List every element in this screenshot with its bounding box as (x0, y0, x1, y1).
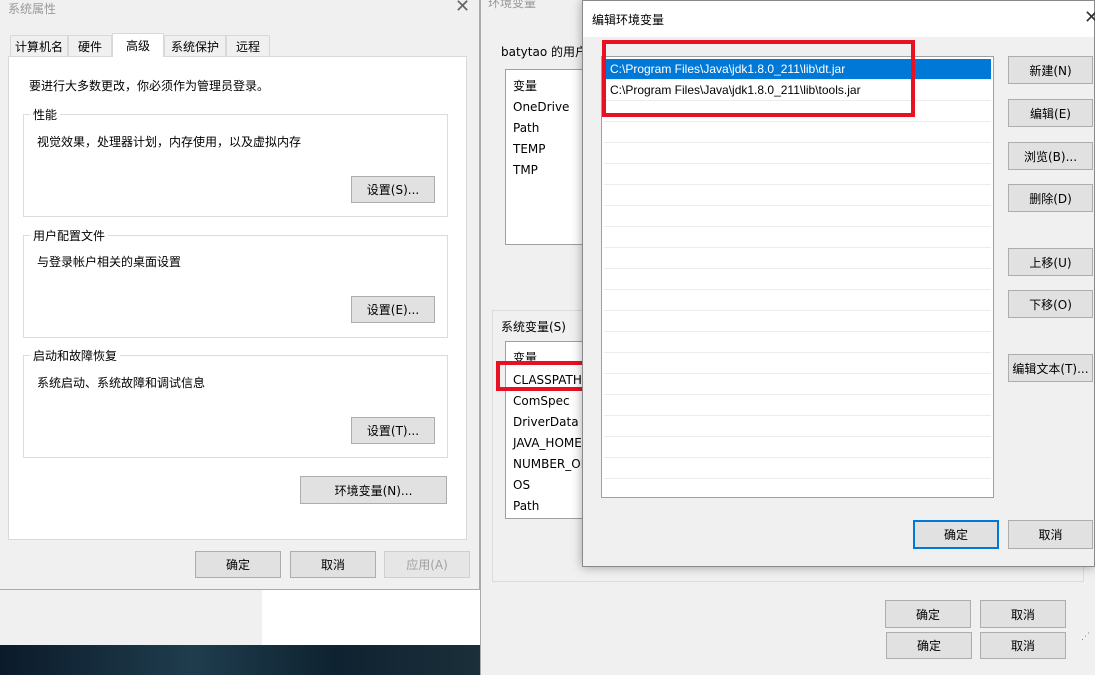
empty-row[interactable] (604, 185, 991, 206)
path-entries-list[interactable]: C:\Program Files\Java\jdk1.8.0_211\lib\d… (601, 56, 994, 498)
dialog-title: 编辑环境变量 (592, 13, 665, 27)
move-up-button[interactable]: 上移(U) (1008, 248, 1093, 276)
resize-grip-icon[interactable]: ⋰ (1081, 632, 1091, 642)
admin-notice: 要进行大多数更改，你必须作为管理员登录。 (29, 79, 270, 93)
group-description: 与登录帐户相关的桌面设置 (37, 255, 182, 269)
ok-button[interactable]: 确定 (195, 551, 281, 578)
empty-row[interactable] (604, 395, 991, 416)
ok-button-ghost: 确定 (886, 632, 972, 659)
edit-button[interactable]: 编辑(E) (1008, 99, 1093, 127)
edit-text-button[interactable]: 编辑文本(T)... (1008, 354, 1093, 382)
ok-button[interactable]: 确定 (913, 520, 999, 549)
performance-settings-button[interactable]: 设置(S)... (351, 176, 435, 203)
new-button[interactable]: 新建(N) (1008, 56, 1093, 84)
empty-row[interactable] (604, 416, 991, 437)
move-down-button[interactable]: 下移(O) (1008, 290, 1093, 318)
group-title: 性能 (30, 106, 61, 123)
empty-row[interactable] (604, 353, 991, 374)
tab-label: 高级 (125, 39, 150, 53)
tab-remote[interactable]: 远程 (226, 35, 270, 57)
tab-hardware[interactable]: 硬件 (68, 35, 112, 57)
group-description: 视觉效果，处理器计划，内存使用，以及虚拟内存 (37, 135, 302, 149)
empty-row[interactable] (604, 164, 991, 185)
startup-recovery-group: 启动和故障恢复 系统启动、系统故障和调试信息 设置(T)... (23, 347, 448, 458)
browse-button[interactable]: 浏览(B)... (1008, 142, 1093, 170)
cancel-button[interactable]: 取消 (290, 551, 376, 578)
performance-group: 性能 视觉效果，处理器计划，内存使用，以及虚拟内存 设置(S)... (23, 106, 448, 217)
column-header-variable[interactable]: 变量 (513, 77, 537, 94)
list-item[interactable]: TEMP (513, 142, 546, 156)
tab-computer-name[interactable]: 计算机名 (10, 35, 68, 57)
empty-row[interactable] (604, 143, 991, 164)
tab-label: 硬件 (77, 40, 102, 54)
entries-highlight (602, 40, 915, 117)
empty-row[interactable] (604, 437, 991, 458)
tab-label: 计算机名 (14, 40, 63, 54)
tab-label: 系统保护 (170, 40, 219, 54)
classpath-highlight (496, 361, 595, 391)
list-item[interactable]: OneDrive (513, 100, 569, 114)
dialog-title-bar: 编辑环境变量 ✕ (583, 1, 1095, 37)
user-variables-label: batytao 的用户 (501, 45, 587, 59)
tab-system-protection[interactable]: 系统保护 (164, 35, 226, 57)
delete-button[interactable]: 删除(D) (1008, 184, 1093, 212)
empty-row[interactable] (604, 458, 991, 479)
environment-variables-button[interactable]: 环境变量(N)... (300, 476, 447, 504)
list-item[interactable]: NUMBER_OF (513, 457, 588, 471)
empty-row[interactable] (604, 269, 991, 290)
empty-row[interactable] (604, 332, 991, 353)
tab-panel-advanced: 要进行大多数更改，你必须作为管理员登录。 性能 视觉效果，处理器计划，内存使用，… (8, 56, 467, 540)
list-item[interactable]: DriverData (513, 415, 579, 429)
window-title: 系统属性 (8, 2, 57, 16)
group-title: 启动和故障恢复 (30, 347, 121, 364)
close-icon[interactable]: ✕ (1084, 7, 1095, 28)
profile-settings-button[interactable]: 设置(E)... (351, 296, 435, 323)
empty-row[interactable] (604, 290, 991, 311)
empty-row[interactable] (604, 248, 991, 269)
startup-settings-button[interactable]: 设置(T)... (351, 417, 435, 444)
empty-row[interactable] (604, 311, 991, 332)
window-title: 环境变量 (488, 0, 537, 10)
close-icon[interactable]: ✕ (455, 0, 470, 17)
list-item[interactable]: TMP (513, 163, 538, 177)
cancel-button[interactable]: 取消 (980, 600, 1066, 628)
empty-row[interactable] (604, 206, 991, 227)
empty-row[interactable] (604, 122, 991, 143)
list-item[interactable]: OS (513, 478, 530, 492)
group-description: 系统启动、系统故障和调试信息 (37, 376, 206, 390)
list-item[interactable]: ComSpec (513, 394, 570, 408)
cancel-button[interactable]: 取消 (1008, 520, 1093, 549)
empty-row[interactable] (604, 374, 991, 395)
list-item[interactable]: JAVA_HOME (513, 436, 582, 450)
apply-button[interactable]: 应用(A) (384, 551, 470, 578)
tab-advanced[interactable]: 高级 (112, 33, 164, 57)
ok-button[interactable]: 确定 (885, 600, 971, 628)
group-title: 用户配置文件 (30, 227, 109, 244)
user-profile-group: 用户配置文件 与登录帐户相关的桌面设置 设置(E)... (23, 227, 448, 338)
list-item[interactable]: Path (513, 499, 539, 513)
list-item[interactable]: Path (513, 121, 539, 135)
tab-label: 远程 (235, 40, 260, 54)
desktop-wallpaper (0, 645, 480, 675)
empty-row[interactable] (604, 227, 991, 248)
desktop-blank-area (262, 590, 480, 645)
system-properties-window: 系统属性 ✕ 计算机名 硬件 高级 系统保护 远程 要进行大多数更改，你必须作为… (0, 0, 480, 590)
cancel-button-ghost: 取消 (980, 632, 1066, 659)
system-variables-label: 系统变量(S) (501, 320, 566, 334)
